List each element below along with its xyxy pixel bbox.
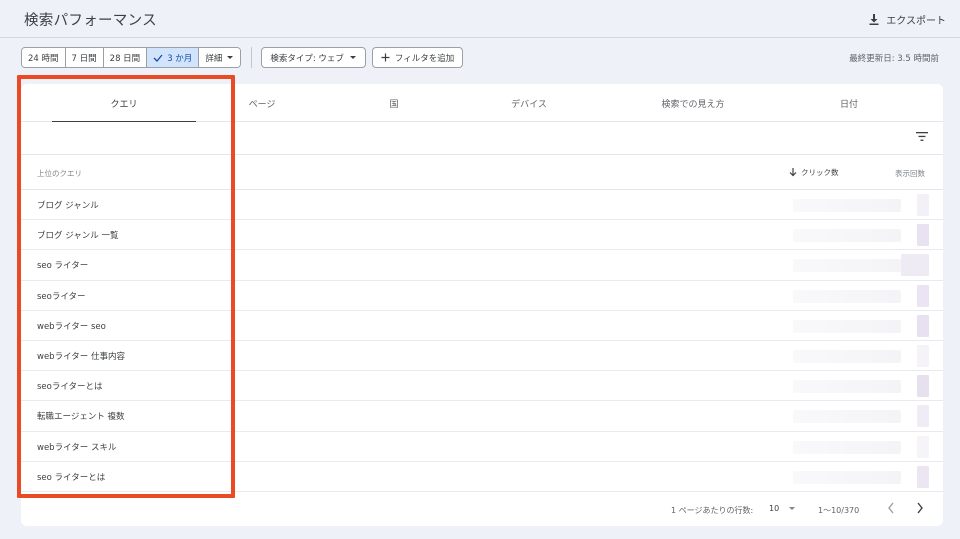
caret-down-icon (227, 56, 234, 59)
table-pagination: 1 ページあたりの行数: 10 1〜10/370 (21, 492, 943, 526)
details-dropdown-button[interactable]: 詳細 (199, 48, 241, 67)
query-cell: seo ライターとは (37, 472, 106, 483)
date-range-3m-button[interactable]: 3 か月 (147, 48, 200, 67)
column-header-clicks-label: クリック数 (801, 168, 839, 177)
toolbar-divider (251, 47, 253, 68)
caret-down-icon (789, 507, 796, 510)
column-header-impressions[interactable]: 表示回数 (895, 168, 925, 179)
report-card: クエリ ページ 国 デバイス 検索での見え方 日付 上位のクエリ クリック数 表… (21, 84, 943, 526)
query-cell: ブログ ジャンル (37, 201, 99, 211)
tab-label: クエリ (110, 99, 138, 110)
table-row[interactable]: seoライター (21, 281, 943, 311)
add-filter-label: フィルタを追加 (394, 53, 455, 64)
table-row[interactable]: ブログ ジャンル (21, 190, 943, 221)
arrow-down-icon (789, 168, 797, 177)
plus-icon (381, 53, 390, 62)
tab-label: 日付 (839, 99, 858, 110)
table-row[interactable]: seoライターとは (21, 371, 943, 402)
date-range-selector: 24 時間 7 日間 28 日間 3 か月 詳細 (21, 47, 242, 68)
dimension-tabs: クエリ ページ 国 デバイス 検索での見え方 日付 (21, 84, 943, 122)
redacted-impressions (917, 194, 929, 216)
search-type-button[interactable]: 検索タイプ: ウェブ (261, 47, 366, 68)
column-header-clicks[interactable]: クリック数 (789, 167, 839, 178)
redacted-clicks (793, 199, 901, 212)
export-label: エクスポート (886, 15, 946, 27)
query-cell: webライター スキル (37, 442, 117, 453)
tab-search-appearance[interactable]: 検索での見え方 (618, 84, 768, 122)
date-range-label: 28 日間 (109, 53, 141, 64)
query-cell: webライター seo (37, 321, 106, 332)
tab-label: デバイス (511, 99, 547, 110)
page-title: 検索パフォーマンス (24, 13, 157, 29)
tab-pages[interactable]: ページ (187, 84, 337, 122)
download-icon (869, 13, 879, 25)
query-cell: webライター 仕事内容 (37, 351, 125, 362)
table-header: 上位のクエリ クリック数 表示回数 (21, 155, 943, 190)
chevron-left-icon[interactable] (887, 502, 895, 514)
redacted-impressions (917, 435, 929, 458)
redacted-impressions (917, 224, 929, 247)
page-range-text: 1〜10/370 (818, 506, 860, 515)
date-range-24h-button[interactable]: 24 時間 (22, 48, 66, 67)
tab-label: ページ (248, 99, 276, 110)
redacted-impressions (917, 375, 929, 398)
tab-label: 国 (389, 99, 399, 110)
query-cell: 転職エージェント 複数 (37, 412, 125, 423)
date-range-label: 24 時間 (28, 53, 59, 64)
search-performance-page: 検索パフォーマンス エクスポート 24 時間 7 日間 28 日間 3 か月 詳… (0, 0, 960, 539)
date-range-label: 7 日間 (71, 53, 97, 64)
export-button[interactable]: エクスポート (869, 10, 946, 28)
table-filter-row (21, 122, 943, 155)
query-cell: seoライター (37, 291, 86, 302)
page-header: 検索パフォーマンス エクスポート (0, 0, 960, 38)
date-range-7d-button[interactable]: 7 日間 (65, 48, 104, 67)
table-row[interactable]: webライター 仕事内容 (21, 341, 943, 372)
toolbar: 24 時間 7 日間 28 日間 3 か月 詳細 検索タイプ: ウェブ フィルタ… (21, 47, 939, 68)
query-cell: seoライターとは (37, 382, 103, 393)
table-row[interactable]: 転職エージェント 複数 (21, 401, 943, 432)
add-filter-button[interactable]: フィルタを追加 (371, 47, 464, 68)
table-row[interactable]: webライター スキル (21, 432, 943, 462)
date-range-label: 3 か月 (167, 53, 193, 64)
tab-dates[interactable]: 日付 (774, 84, 924, 122)
last-updated-text: 最終更新日: 3.5 時間前 (849, 53, 939, 64)
redacted-impressions (901, 254, 929, 277)
query-cell: seo ライター (37, 261, 89, 272)
rows-per-page-select[interactable]: 10 (769, 504, 796, 513)
caret-down-icon (349, 56, 356, 59)
rows-per-page-value: 10 (769, 504, 780, 513)
chevron-right-icon[interactable] (916, 502, 924, 514)
redacted-clicks (793, 349, 901, 363)
redacted-clicks (793, 319, 901, 333)
redacted-clicks (793, 410, 901, 424)
tab-countries[interactable]: 国 (319, 84, 469, 122)
redacted-impressions (917, 405, 929, 428)
redacted-clicks (793, 259, 901, 273)
rows-per-page-label: 1 ページあたりの行数: (671, 506, 754, 515)
redacted-clicks (793, 289, 901, 303)
redacted-impressions (917, 465, 929, 488)
redacted-impressions (917, 284, 929, 307)
redacted-impressions (917, 344, 929, 367)
column-header-query: 上位のクエリ (37, 169, 82, 178)
table-row[interactable]: ブログ ジャンル 一覧 (21, 220, 943, 251)
redacted-impressions (917, 314, 929, 337)
details-label: 詳細 (205, 53, 223, 64)
redacted-clicks (793, 470, 901, 484)
query-table-body: ブログ ジャンル ブログ ジャンル 一覧 seo ライター seoライター we (21, 190, 943, 492)
table-row[interactable]: webライター seo (21, 311, 943, 341)
redacted-clicks (793, 229, 901, 243)
search-type-label: 検索タイプ: ウェブ (270, 53, 344, 64)
query-cell: ブログ ジャンル 一覧 (37, 231, 119, 242)
filter-list-icon[interactable] (916, 132, 928, 141)
tab-queries[interactable]: クエリ (49, 84, 199, 122)
redacted-clicks (793, 440, 901, 454)
check-icon (153, 54, 163, 62)
date-range-28d-button[interactable]: 28 日間 (103, 48, 148, 67)
tab-devices[interactable]: デバイス (454, 84, 604, 122)
redacted-clicks (793, 380, 901, 394)
table-row[interactable]: seo ライター (21, 250, 943, 281)
tab-label: 検索での見え方 (661, 99, 725, 110)
table-row[interactable]: seo ライターとは (21, 462, 943, 492)
